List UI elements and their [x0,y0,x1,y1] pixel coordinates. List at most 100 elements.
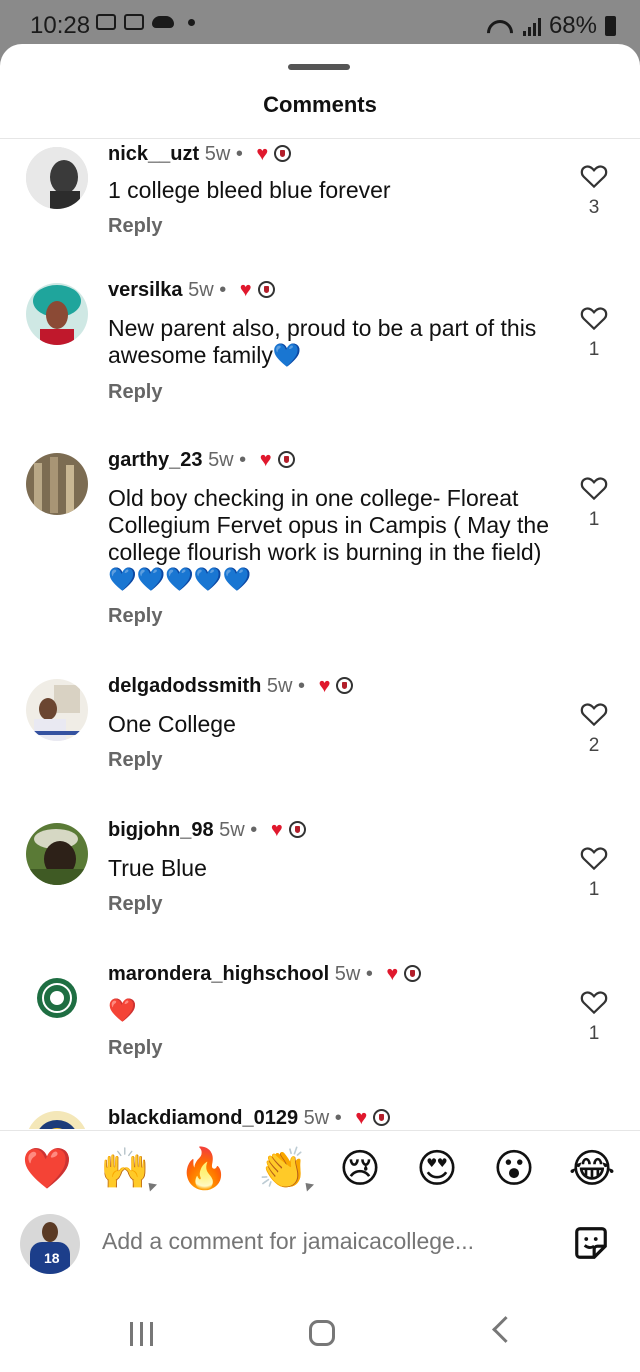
like-count: 2 [588,735,600,756]
author-liked-heart-icon: ♥ [256,143,269,165]
like-count: 1 [588,339,600,360]
signal-icon [522,16,541,36]
reply-button[interactable]: Reply [108,605,162,628]
reply-button[interactable]: Reply [108,749,162,772]
comment-username-row: delgadodssmith 5w • ♥ [108,675,354,698]
avatar-image [26,147,88,209]
like-button[interactable]: 1 [576,987,612,1045]
comment-username-row: garthy_23 5w • ♥ [108,449,295,472]
comment-input[interactable] [102,1228,542,1255]
comment-text: True Blue [108,855,207,881]
author-liked-heart-icon: ♥ [239,279,252,301]
raising-hands-emoji-button[interactable]: 🙌 [100,1144,150,1194]
like-button[interactable]: 1 [576,473,612,531]
like-button[interactable]: 1 [576,303,612,361]
sheet-title: Comments [263,92,377,117]
comments-sheet: Comments nick__uzt 5w • ♥ 1 college blee… [0,44,640,1372]
like-button[interactable]: 3 [576,161,612,219]
reply-button[interactable]: Reply [108,893,162,916]
comment-text: Old boy checking in one college- Floreat… [108,485,549,592]
comment-age: 5w • [204,143,243,165]
screen-notification-icon [124,14,144,30]
author-liked-heart-icon: ♥ [386,963,399,985]
wifi-icon [485,16,515,36]
avatar[interactable] [26,283,88,345]
comment-username[interactable]: bigjohn_98 [108,819,214,841]
reply-button[interactable]: Reply [108,215,162,238]
avatar[interactable] [26,823,88,885]
author-crest-icon [373,1109,391,1126]
crying-face-emoji-button[interactable]: 😢 [335,1144,385,1194]
comment-text: 1 college bleed blue forever [108,177,391,203]
comments-list[interactable]: nick__uzt 5w • ♥ 1 college bleed blue fo… [0,139,640,1129]
comment-text: One College [108,711,236,737]
tears-of-joy-emoji-button[interactable]: 😂 [567,1144,617,1194]
quick-reactions-row: ❤️ 🙌 🔥 👏 😢 😍 😮 😂 [0,1144,640,1200]
comment-username[interactable]: delgadodssmith [108,675,261,697]
like-count: 1 [588,1023,600,1044]
red-heart-emoji-button[interactable]: ❤️ [22,1144,72,1194]
heart-eyes-emoji-button[interactable]: 😍 [412,1144,462,1194]
my-avatar: 18 [20,1214,80,1274]
status-time: 10:28 [30,12,91,39]
clapping-hands-emoji-button[interactable]: 👏 [258,1144,308,1194]
reply-button[interactable]: Reply [108,1037,162,1060]
author-crest-icon [288,821,306,838]
battery-icon [605,16,616,36]
reply-button[interactable]: Reply [108,381,162,404]
drag-handle[interactable] [288,64,350,70]
avatar-image [26,453,88,515]
like-button[interactable]: 2 [576,699,612,757]
like-count: 3 [588,197,600,218]
comment-username[interactable]: garthy_23 [108,449,203,471]
comment-username-row: versilka 5w • ♥ [108,279,275,302]
author-liked-heart-icon: ♥ [270,819,283,841]
surprised-face-emoji-button[interactable]: 😮 [489,1144,539,1194]
comment-username[interactable]: versilka [108,279,183,301]
recent-apps-icon[interactable] [130,1322,153,1346]
avatar-jersey-number: 18 [44,1250,60,1266]
comment-age: 5w • [266,675,306,697]
comment-age: 5w • [188,279,227,301]
home-icon[interactable] [309,1320,335,1346]
avatar-image [26,1111,88,1129]
heart-outline-icon [580,703,608,727]
comment-username-row: bigjohn_98 5w • ♥ [108,819,306,842]
comment-age: 5w • [208,449,247,471]
status-bar: 10:28 68% [0,0,640,50]
emoji-bar-divider [0,1130,640,1131]
author-liked-heart-icon: ♥ [355,1107,368,1129]
avatar[interactable] [26,147,88,209]
fire-emoji-button[interactable]: 🔥 [179,1144,229,1194]
more-notifications-dot-icon [188,18,195,26]
avatar-image [26,283,88,345]
sticker-icon[interactable] [572,1224,610,1262]
comment-username[interactable]: nick__uzt [108,143,199,165]
avatar[interactable] [26,1111,88,1129]
comment-username[interactable]: blackdiamond_0129 [108,1107,298,1129]
avatar[interactable] [26,453,88,515]
heart-outline-icon [580,991,608,1015]
back-icon[interactable] [492,1316,519,1343]
like-button[interactable]: 1 [576,843,612,901]
comment-username[interactable]: marondera_highschool [108,963,329,985]
heart-outline-icon [580,847,608,871]
author-crest-icon [277,451,295,468]
comment-text: New parent also, proud to be a part of t… [108,315,537,368]
status-system-icons: 68% [485,12,616,40]
avatar-image [26,823,88,885]
comment-username-row: nick__uzt 5w • ♥ [108,143,292,166]
avatar-image [26,967,88,1029]
author-crest-icon [257,281,275,298]
comment-age: 5w • [219,819,258,841]
avatar[interactable] [26,967,88,1029]
cloud-icon [152,16,174,28]
heart-outline-icon [580,477,608,501]
author-liked-heart-icon: ♥ [318,675,331,697]
comment-username-row: marondera_highschool 5w • ♥ [108,963,422,986]
avatar[interactable] [26,679,88,741]
battery-percent: 68% [548,12,597,39]
system-nav-bar [0,1302,640,1372]
like-count: 1 [588,879,600,900]
heart-outline-icon [580,165,608,189]
